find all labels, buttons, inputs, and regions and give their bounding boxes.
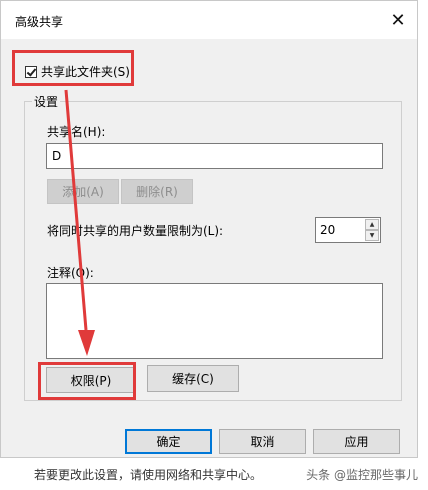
red-arrow-annotation xyxy=(64,89,95,356)
